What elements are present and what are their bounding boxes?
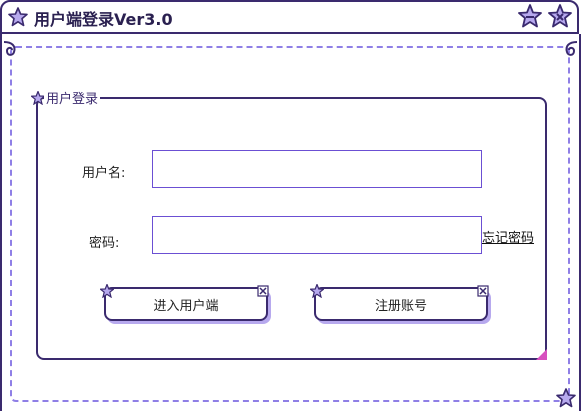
group-title: 用户登录 xyxy=(44,88,101,107)
register-button-label: 注册账号 xyxy=(374,298,427,314)
star-icon xyxy=(31,91,45,105)
password-input[interactable] xyxy=(152,216,482,254)
close-cross-icon xyxy=(257,285,269,297)
corner-decoration-icon xyxy=(536,349,547,360)
star-icon xyxy=(310,284,324,298)
curl-icon xyxy=(565,41,578,56)
curl-icon xyxy=(3,41,16,56)
username-input[interactable] xyxy=(152,150,482,188)
register-button[interactable]: 注册账号 xyxy=(314,287,488,321)
enter-user-button[interactable]: 进入用户端 xyxy=(104,287,268,321)
enter-user-button-label: 进入用户端 xyxy=(153,298,219,314)
close-star-icon[interactable] xyxy=(548,4,572,28)
minimize-star-icon[interactable] xyxy=(518,4,542,28)
star-icon xyxy=(8,7,28,27)
close-cross-icon xyxy=(477,285,489,297)
password-label: 密码: xyxy=(89,236,120,251)
window-title: 用户端登录Ver3.0 xyxy=(34,10,173,29)
star-icon xyxy=(100,284,114,298)
star-icon xyxy=(556,388,576,408)
forgot-password-link[interactable]: 忘记密码 xyxy=(482,227,534,246)
username-label: 用户名: xyxy=(82,166,126,181)
